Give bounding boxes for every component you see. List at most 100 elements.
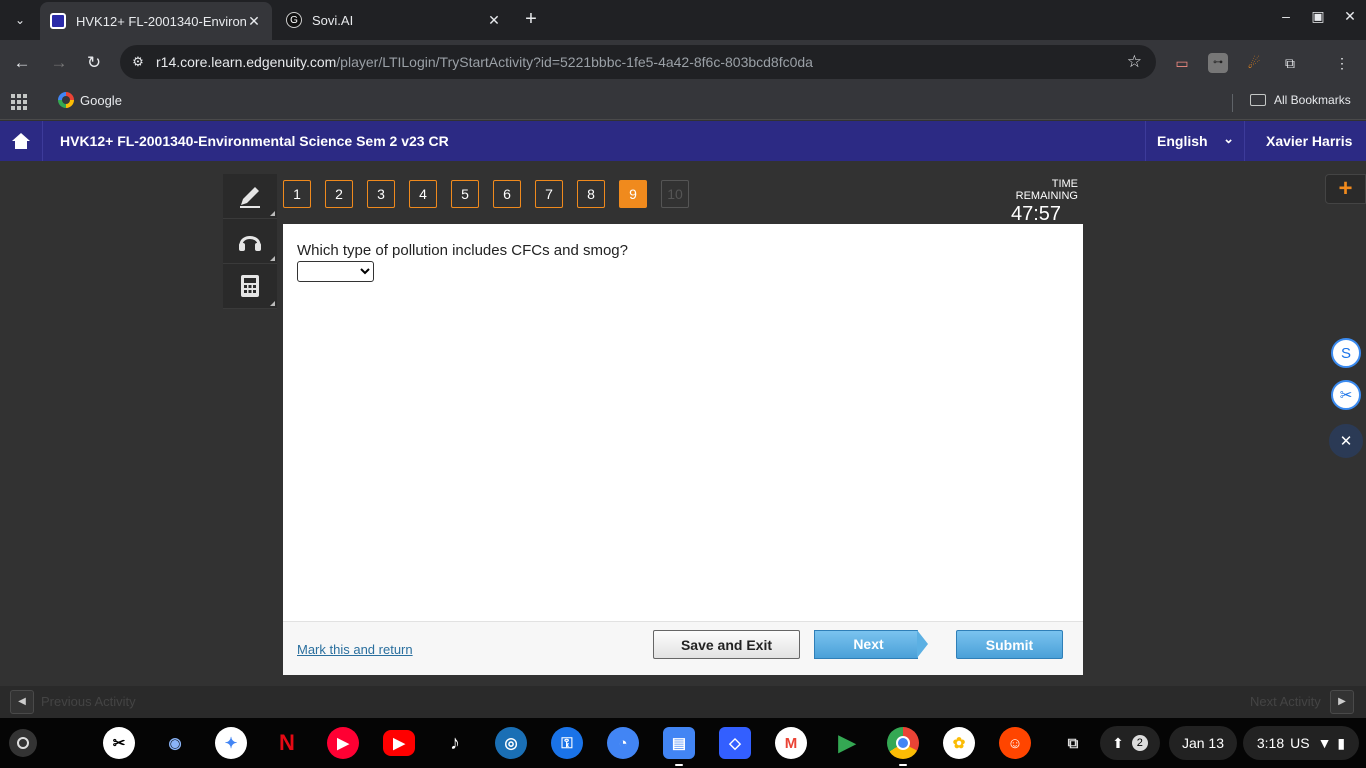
screen-recorder-icon[interactable]: ◎ [495,727,527,759]
password-key-icon[interactable]: ⚿ [551,727,583,759]
course-title: HVK12+ FL-2001340-Environmental Science … [60,133,449,149]
answer-dropdown[interactable] [297,261,374,282]
next-button-label: Next [814,630,918,659]
question-3-button[interactable]: 3 [367,180,395,208]
bookmark-star-icon[interactable]: ☆ [1127,52,1142,72]
holding-space-icon[interactable]: ⧉ [1057,727,1089,759]
discord-icon[interactable]: ◉ [159,727,191,759]
youtube-icon[interactable]: ▶ [383,730,415,756]
home-button[interactable] [0,121,43,161]
restore-icon[interactable]: ▣ [1307,8,1329,25]
scissors-icon[interactable]: ✂ [1331,380,1361,410]
activity-stage: 1 2 3 4 5 6 7 8 9 10 TIME REMAINING 47:5… [0,161,1366,686]
timer-label: TIME REMAINING [1015,178,1078,202]
tab-sovi[interactable]: G Sovi.AI ✕ [276,4,512,36]
highlighter-tool[interactable] [223,174,277,219]
wifi-icon: ▼ [1317,735,1332,751]
question-1-button[interactable]: 1 [283,180,311,208]
reload-icon[interactable]: ↻ [82,51,106,75]
pencil-icon [240,187,260,208]
extension-orange-icon[interactable]: ☄ [1244,53,1264,73]
play-store-icon[interactable]: ▶ [831,727,863,759]
extension-toggle-icon[interactable]: ⊶ [1208,53,1228,73]
mark-and-return-link[interactable]: Mark this and return [297,642,413,657]
next-button[interactable]: Next [814,630,928,659]
new-tab-button[interactable]: + [520,9,542,31]
previous-activity-arrow-icon[interactable]: ◀ [10,690,34,714]
save-and-exit-button[interactable]: Save and Exit [653,630,800,659]
back-arrow-icon[interactable]: ← [10,51,34,75]
next-activity-arrow-icon[interactable]: ▶ [1330,690,1354,714]
chrome-icon[interactable] [887,727,919,766]
battery-icon: ▮ [1337,734,1346,751]
question-5-button[interactable]: 5 [451,180,479,208]
apps-grid-icon[interactable] [11,94,27,110]
calculator-tool[interactable] [223,264,277,309]
headphones-icon [239,236,261,251]
bookmarks-bar: Google All Bookmarks [0,86,1366,120]
address-bar[interactable]: ⚙ r14.core.learn.edgenuity.com/player/LT… [120,45,1156,79]
extensions-puzzle-icon[interactable]: ⧉ [1280,53,1300,73]
files-icon[interactable]: ▤ [663,727,695,766]
photos-icon[interactable]: ✿ [943,727,975,759]
cast-icon[interactable]: ▭ [1172,53,1192,73]
all-bookmarks[interactable]: All Bookmarks [1250,93,1351,107]
question-2-button[interactable]: 2 [325,180,353,208]
submit-button[interactable]: Submit [956,630,1063,659]
os-taskbar: ✂ ◉ ✦ N ▶ ▶ ♪ ◎ ⚿ ◔ ▤ ◇ M ▶ ✿ ☺ ⧉ ⬆ 2 Ja… [0,718,1366,768]
question-6-button[interactable]: 6 [493,180,521,208]
upload-icon: ⬆ [1112,734,1124,751]
notifications-tray[interactable]: ⬆ 2 [1100,726,1160,760]
gmail-icon[interactable]: M [775,727,807,759]
browser-toolbar: ← → ↻ ⚙ r14.core.learn.edgenuity.com/pla… [0,40,1366,86]
netflix-icon[interactable]: N [271,727,303,759]
next-arrow-tip [917,630,928,658]
close-tab-icon[interactable]: ✕ [246,13,262,30]
previous-activity-label[interactable]: Previous Activity [41,694,136,709]
gemini-icon[interactable]: ✦ [215,727,247,759]
calculator-icon [241,275,259,297]
bookmark-google[interactable]: Google [58,92,122,108]
site-settings-icon[interactable]: ⚙ [120,54,156,70]
url-host: r14.core.learn.edgenuity.com [156,54,337,70]
home-icon [12,133,30,149]
text-to-speech-tool[interactable] [223,219,277,264]
running-indicator [899,764,907,766]
date-tray[interactable]: Jan 13 [1169,726,1237,760]
minimize-icon[interactable]: – [1275,8,1297,24]
x-extension-icon[interactable]: ✕ [1329,424,1363,458]
close-window-icon[interactable]: ✕ [1339,8,1361,25]
youtube-music-icon[interactable]: ▶ [327,727,359,759]
notification-count: 2 [1131,735,1148,751]
close-tab-icon[interactable]: ✕ [486,12,502,29]
language-select[interactable]: English ⌄ [1145,121,1245,161]
clock-time: 3:18 [1256,735,1285,751]
tiktok-icon[interactable]: ♪ [439,727,471,759]
clock-icon[interactable]: ◔ [607,727,639,759]
roblox-icon[interactable]: ◇ [719,727,751,759]
tab-search-chevron-icon[interactable]: ⌄ [8,8,32,32]
question-7-button[interactable]: 7 [535,180,563,208]
language-label: English [1157,133,1208,149]
question-4-button[interactable]: 4 [409,180,437,208]
question-9-button[interactable]: 9 [619,180,647,208]
question-navigator: 1 2 3 4 5 6 7 8 9 10 [283,180,689,208]
expand-plus-button[interactable]: + [1325,174,1366,204]
capcut-icon[interactable]: ✂ [103,727,135,759]
tab-title: HVK12+ FL-2001340-Environmental Science … [76,13,246,29]
question-10-button: 10 [661,180,689,208]
status-tray[interactable]: 3:18 US ▼ ▮ [1243,726,1359,760]
reddit-icon[interactable]: ☺ [999,727,1031,759]
browser-tab-bar: ⌄ HVK12+ FL-2001340-Environmental Scienc… [0,0,1366,40]
tab-edgenuity[interactable]: HVK12+ FL-2001340-Environmental Science … [40,2,272,40]
user-name[interactable]: Xavier Harris [1266,133,1352,149]
launcher-icon[interactable] [9,729,37,757]
chevron-down-icon: ⌄ [1223,131,1234,146]
next-activity-label[interactable]: Next Activity [1250,694,1321,709]
more-menu-icon[interactable]: ⋮ [1332,53,1352,73]
question-8-button[interactable]: 8 [577,180,605,208]
locale-label: US [1290,735,1310,751]
edgenuity-favicon-icon [50,13,66,29]
sovi-s-icon[interactable]: S [1331,338,1361,368]
forward-arrow-icon[interactable]: → [47,51,71,75]
